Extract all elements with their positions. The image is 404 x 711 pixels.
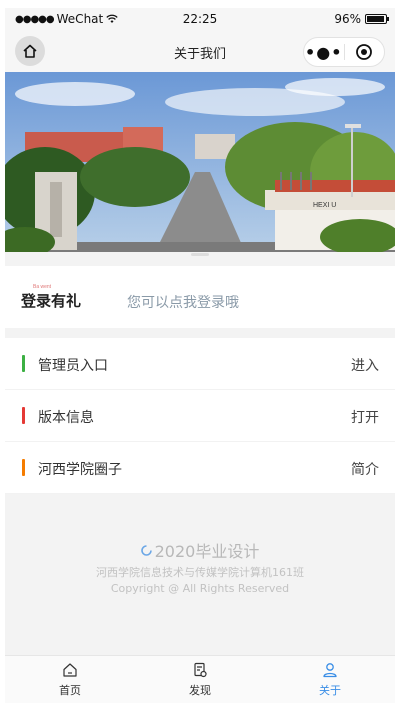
login-prompt[interactable]: 您可以点我登录哦 — [127, 292, 239, 312]
footer-class-line: 河西学院信息技术与传媒学院计算机161班 — [96, 566, 304, 579]
menu-item-label: 版本信息 — [38, 410, 94, 426]
menu-item-version[interactable]: 版本信息 打开 — [5, 390, 395, 442]
menu-item-admin[interactable]: 管理员入口 进入 — [5, 338, 395, 390]
footer-title-row: 2020毕业设计 — [5, 538, 395, 562]
home-icon — [63, 662, 77, 677]
phone-screen: ●●●●● WeChat 22:25 96% 关于我们 •●• HEXI U B… — [5, 8, 395, 703]
battery-percent: 96% — [334, 12, 361, 26]
close-miniprogram-button[interactable] — [344, 43, 384, 61]
tab-discover[interactable]: 发现 — [135, 656, 265, 703]
menu-item-label: 管理员入口 — [38, 358, 108, 374]
more-button[interactable]: •●• — [304, 43, 344, 62]
menu-capsule: •●• — [303, 37, 385, 67]
footer-info: 2020毕业设计 河西学院信息技术与传媒学院计算机161班 Copyright … — [5, 538, 395, 595]
nav-bar: 关于我们 •●• — [5, 30, 395, 72]
menu-item-action[interactable]: 进入 — [351, 355, 379, 375]
user-icon — [323, 662, 337, 677]
tab-bar: 首页 发现 关于 — [5, 655, 395, 703]
menu-item-marker — [22, 355, 25, 372]
battery-icon — [365, 14, 389, 24]
gate-sign-text: HEXI U — [313, 202, 336, 209]
footer-title: 2020毕业设计 — [154, 542, 260, 561]
menu-item-circle[interactable]: 河西学院圈子 简介 — [5, 442, 395, 494]
tab-label: 关于 — [319, 683, 341, 697]
menu-item-marker — [22, 459, 25, 476]
login-card[interactable]: Ba went 登录有礼 您可以点我登录哦 — [5, 266, 395, 328]
target-icon — [356, 44, 373, 60]
banner-image[interactable]: HEXI U — [5, 72, 395, 252]
banner-indicator — [191, 253, 209, 256]
status-right: 96% — [334, 12, 389, 26]
menu-list: 管理员入口 进入 版本信息 打开 河西学院圈子 简介 — [5, 338, 395, 494]
menu-item-action[interactable]: 打开 — [351, 407, 379, 427]
svg-text:Ba went: Ba went — [33, 284, 52, 290]
status-bar: ●●●●● WeChat 22:25 96% — [5, 8, 395, 30]
discover-icon — [194, 662, 207, 677]
menu-item-marker — [22, 407, 25, 424]
login-logo-text: 登录有礼 — [21, 292, 81, 310]
loading-icon — [140, 544, 152, 556]
tab-label: 发现 — [189, 683, 211, 697]
menu-item-action[interactable]: 简介 — [351, 459, 379, 479]
tab-about[interactable]: 关于 — [265, 656, 395, 703]
footer-copyright: Copyright @ All Rights Reserved — [110, 582, 290, 595]
campus-photo: HEXI U — [5, 72, 395, 252]
tab-home[interactable]: 首页 — [5, 656, 135, 703]
menu-item-label: 河西学院圈子 — [38, 462, 122, 478]
tab-label: 首页 — [59, 683, 81, 697]
login-logo: Ba went 登录有礼 — [21, 284, 81, 310]
